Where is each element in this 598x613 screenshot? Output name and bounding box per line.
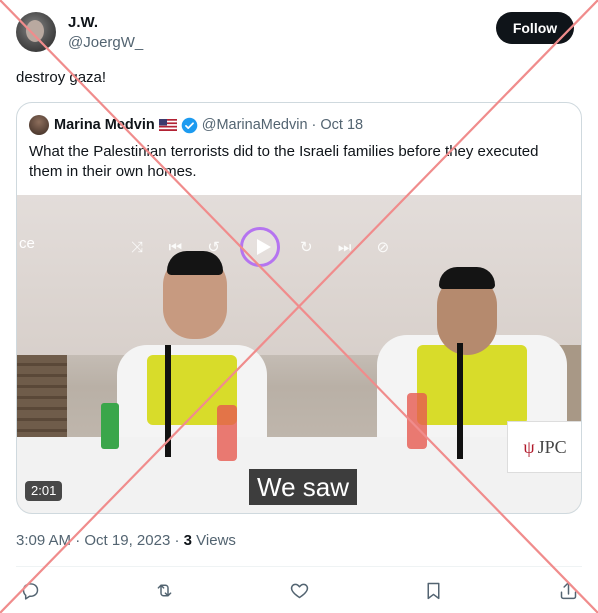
jpc-sign-text: JPC: [537, 436, 567, 457]
speaker-right-kippah: [439, 267, 495, 289]
shuffle-icon[interactable]: ⤨: [125, 239, 149, 256]
soda-can: [101, 403, 119, 449]
retweet-button[interactable]: [153, 578, 177, 602]
quoted-tweet-header: Marina Medvin @MarinaMedvin · Oct 18: [29, 115, 363, 135]
microphone: [165, 345, 171, 457]
quoted-date[interactable]: Oct 18: [320, 117, 363, 133]
tweet-time[interactable]: 3:09 AM: [16, 532, 71, 549]
tweet-header: J.W. @JoergW_ Follow: [16, 12, 574, 54]
screen-text: ce: [19, 235, 35, 252]
tweet-meta: 3:09 AM · Oct 19, 2023 · 3 Views: [16, 532, 236, 549]
quoted-author-name[interactable]: Marina Medvin: [54, 117, 155, 133]
quoted-tweet-text: What the Palestinian terrorists did to t…: [29, 143, 539, 180]
video-caption: We saw: [249, 469, 357, 505]
action-bar: [18, 576, 580, 604]
jpc-sign: ψ JPC: [507, 421, 581, 473]
like-button[interactable]: [287, 578, 311, 602]
reply-icon: [22, 582, 38, 600]
follow-button[interactable]: Follow: [496, 12, 574, 44]
author-avatar[interactable]: [16, 12, 56, 52]
separator-dot: ·: [174, 532, 180, 549]
like-icon: [290, 583, 308, 598]
us-flag-icon: [158, 119, 177, 131]
quoted-author-handle[interactable]: @MarinaMedvin: [202, 117, 308, 133]
views-label: Views: [196, 532, 236, 549]
microphone: [457, 343, 463, 459]
views-count: 3: [183, 532, 192, 549]
speaker-right-vest: [417, 345, 527, 425]
reply-button[interactable]: [18, 578, 42, 602]
quoted-tweet[interactable]: Marina Medvin @MarinaMedvin · Oct 18 Wha…: [16, 102, 582, 514]
quoted-author-avatar[interactable]: [29, 115, 49, 135]
bookmark-button[interactable]: [422, 578, 446, 602]
video-controls: ⤨ ⏮ ↺ ↻ ⏭ ⊘: [125, 227, 395, 267]
divider: [16, 566, 582, 567]
verified-badge-icon: [181, 117, 198, 133]
water-bottle: [217, 405, 237, 461]
projection-screen: ce: [17, 195, 581, 355]
author-name[interactable]: J.W.: [68, 14, 98, 31]
tweet-text: destroy gaza!: [16, 69, 107, 86]
share-icon: [560, 581, 576, 599]
video-duration: 2:01: [25, 481, 63, 501]
separator-dot: ·: [75, 532, 81, 549]
jpc-logo-icon: ψ: [523, 436, 535, 457]
tweet-date[interactable]: Oct 19, 2023: [84, 532, 170, 549]
forward-icon[interactable]: ↻: [294, 238, 318, 256]
skip-forward-icon[interactable]: ⏭: [333, 239, 357, 256]
bookmark-icon: [427, 582, 440, 599]
play-icon[interactable]: [239, 227, 280, 267]
share-button[interactable]: [556, 578, 580, 602]
water-bottle: [407, 393, 427, 449]
video-player[interactable]: ce ⤨ ⏮ ↺ ↻ ⏭ ⊘ ψ JPC We saw 2:01: [17, 195, 581, 513]
retweet-icon: [157, 584, 172, 596]
mute-icon[interactable]: ⊘: [371, 238, 395, 256]
separator-dot: ·: [311, 117, 317, 133]
speaker-left-kippah: [167, 251, 223, 275]
author-handle[interactable]: @JoergW_: [68, 34, 143, 51]
